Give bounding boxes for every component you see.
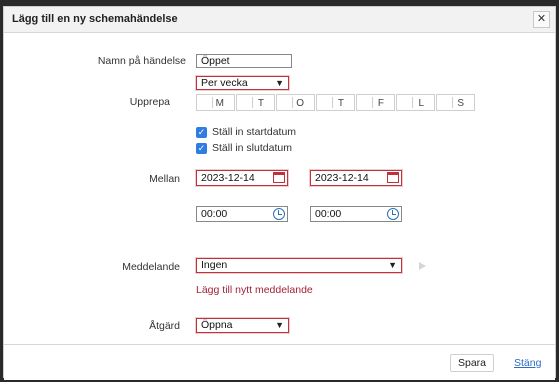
day-checkbox-friday[interactable]: F xyxy=(356,94,395,111)
checkbox-icon xyxy=(361,97,373,108)
day-label: M xyxy=(215,98,224,109)
close-link[interactable]: Stäng xyxy=(514,357,541,369)
start-time-value: 00:00 xyxy=(201,208,228,220)
message-select-value: Ingen xyxy=(201,259,228,271)
end-date-value: 2023-12-14 xyxy=(315,172,369,184)
chevron-down-icon: ▼ xyxy=(275,78,284,88)
calendar-icon[interactable] xyxy=(387,172,399,183)
day-checkbox-monday[interactable]: M xyxy=(196,94,235,111)
clock-icon[interactable] xyxy=(387,208,399,220)
event-name-label: Namn på händelse xyxy=(97,55,186,67)
day-label: O xyxy=(296,98,304,109)
start-date-value: 2023-12-14 xyxy=(201,172,255,184)
weekday-selector: M T O T F L S xyxy=(196,94,476,111)
day-label: S xyxy=(457,98,464,109)
repeat-label: Upprepa xyxy=(129,96,170,108)
message-label: Meddelande xyxy=(122,261,180,273)
checkbox-icon xyxy=(281,97,293,108)
checkbox-icon xyxy=(321,97,333,108)
day-checkbox-tuesday[interactable]: T xyxy=(236,94,275,111)
set-start-date-label: Ställ in startdatum xyxy=(212,126,297,138)
dialog-footer: Spara Stäng xyxy=(4,344,555,380)
clock-icon[interactable] xyxy=(273,208,285,220)
event-name-input[interactable]: Öppet xyxy=(196,54,292,68)
action-label: Åtgärd xyxy=(149,320,180,332)
calendar-icon[interactable] xyxy=(273,172,285,183)
checkbox-icon xyxy=(441,97,453,108)
schedule-event-dialog: Lägg till en ny schemahändelse ✕ Namn på… xyxy=(3,6,556,380)
save-button[interactable]: Spara xyxy=(450,354,494,372)
day-checkbox-saturday[interactable]: L xyxy=(396,94,435,111)
chevron-down-icon: ▼ xyxy=(388,260,397,270)
dialog-titlebar: Lägg till en ny schemahändelse ✕ xyxy=(4,7,555,33)
close-icon[interactable]: ✕ xyxy=(533,11,550,28)
end-time-value: 00:00 xyxy=(315,208,342,220)
play-icon[interactable] xyxy=(419,262,426,270)
message-select[interactable]: Ingen ▼ xyxy=(196,258,402,273)
repeat-select[interactable]: Per vecka ▼ xyxy=(196,76,289,90)
day-label: L xyxy=(418,98,424,109)
day-label: T xyxy=(257,98,264,109)
start-date-input[interactable]: 2023-12-14 xyxy=(196,170,288,186)
end-date-input[interactable]: 2023-12-14 xyxy=(310,170,402,186)
checkbox-icon xyxy=(401,97,413,108)
day-checkbox-thursday[interactable]: T xyxy=(316,94,355,111)
checkbox-icon xyxy=(201,97,213,108)
action-select[interactable]: Öppna ▼ xyxy=(196,318,289,333)
checkbox-icon xyxy=(241,97,253,108)
action-select-value: Öppna xyxy=(201,319,233,331)
set-start-date-row[interactable]: ✓ Ställ in startdatum xyxy=(196,125,296,139)
day-checkbox-sunday[interactable]: S xyxy=(436,94,475,111)
day-label: F xyxy=(377,98,384,109)
chevron-down-icon: ▼ xyxy=(275,320,284,330)
checkbox-checked-icon[interactable]: ✓ xyxy=(196,142,207,154)
add-new-message-link[interactable]: Lägg till nytt meddelande xyxy=(196,284,313,296)
set-end-date-row[interactable]: ✓ Ställ in slutdatum xyxy=(196,141,292,155)
set-end-date-label: Ställ in slutdatum xyxy=(212,142,292,154)
start-time-input[interactable]: 00:00 xyxy=(196,206,288,222)
checkbox-checked-icon[interactable]: ✓ xyxy=(196,126,207,138)
between-label: Mellan xyxy=(149,173,180,185)
day-label: T xyxy=(337,98,344,109)
end-time-input[interactable]: 00:00 xyxy=(310,206,402,222)
day-checkbox-wednesday[interactable]: O xyxy=(276,94,315,111)
repeat-select-value: Per vecka xyxy=(201,77,248,89)
dialog-title: Lägg till en ny schemahändelse xyxy=(12,13,178,25)
